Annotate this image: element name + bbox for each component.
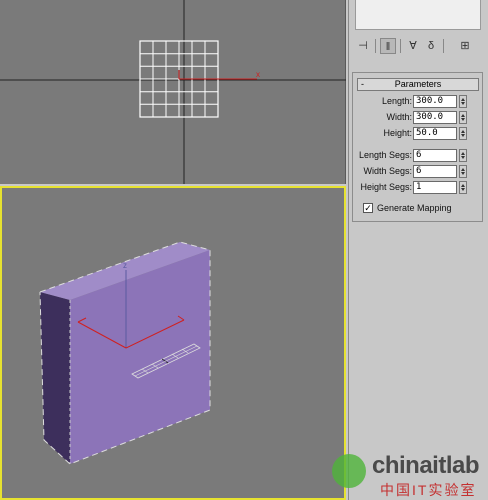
top-viewport[interactable]: x — [0, 0, 346, 184]
length-label: Length: — [381, 96, 412, 106]
top-gizmo-x-label: x — [256, 70, 260, 79]
height-segs-label: Height Segs: — [360, 182, 412, 192]
watermark-text: chinaitlab — [372, 452, 480, 479]
width-label: Width: — [386, 112, 412, 122]
length-spinner[interactable] — [459, 95, 467, 108]
height-row: Height: 50.0 — [353, 127, 484, 141]
length-segs-field[interactable]: 6 — [413, 149, 457, 162]
object-name-box[interactable] — [355, 0, 481, 30]
width-segs-field[interactable]: 6 — [413, 165, 457, 178]
toolbar-separator — [443, 39, 444, 53]
watermark-logo: chinaitlab 中国IT实验室 — [328, 448, 488, 500]
watermark-circle-icon — [332, 454, 366, 488]
funnel-icon[interactable]: ∀ — [405, 38, 421, 54]
perspective-viewport[interactable]: z — [0, 186, 346, 500]
box-object[interactable] — [39, 241, 211, 465]
height-label: Height: — [383, 128, 412, 138]
configure-icon[interactable]: ⊞ — [457, 38, 473, 54]
parameters-rollout: - Parameters Length: 300.0 Width: 300.0 … — [352, 72, 483, 222]
height-spinner[interactable] — [459, 127, 467, 140]
height-segs-spinner[interactable] — [459, 181, 467, 194]
length-segs-row: Length Segs: 6 — [353, 149, 484, 163]
persp-gizmo-z-label: z — [123, 261, 127, 270]
width-segs-spinner[interactable] — [459, 165, 467, 178]
pin-icon[interactable]: ⊣ — [355, 38, 371, 54]
modifier-toolbar: ⊣ ‖ ∀ δ ⊞ — [353, 38, 485, 56]
width-segs-label: Width Segs: — [363, 166, 412, 176]
parameters-rollout-header[interactable]: - Parameters — [357, 78, 479, 91]
height-segs-row: Height Segs: 1 — [353, 181, 484, 195]
height-field[interactable]: 50.0 — [413, 127, 457, 140]
parameters-title: Parameters — [394, 79, 442, 89]
generate-mapping-checkbox[interactable]: ✓ — [363, 203, 373, 213]
command-panel: ⊣ ‖ ∀ δ ⊞ - Parameters Length: 300.0 Wid… — [348, 0, 488, 500]
width-segs-row: Width Segs: 6 — [353, 165, 484, 179]
watermark-subtext: 中国IT实验室 — [380, 482, 477, 498]
width-row: Width: 300.0 — [353, 111, 484, 125]
length-segs-spinner[interactable] — [459, 149, 467, 162]
unique-icon[interactable]: δ — [423, 38, 439, 54]
top-viewport-canvas: x — [0, 0, 346, 184]
length-row: Length: 300.0 — [353, 95, 484, 109]
modifier-stack-icon[interactable]: ‖ — [380, 38, 396, 54]
length-field[interactable]: 300.0 — [413, 95, 457, 108]
box-side-face — [40, 292, 70, 464]
width-spinner[interactable] — [459, 111, 467, 124]
toolbar-separator — [400, 39, 401, 53]
generate-mapping-label: Generate Mapping — [377, 203, 452, 213]
length-segs-label: Length Segs: — [358, 150, 412, 160]
perspective-viewport-canvas: z — [39, 241, 211, 465]
toolbar-separator — [375, 39, 376, 53]
height-segs-field[interactable]: 1 — [413, 181, 457, 194]
width-field[interactable]: 300.0 — [413, 111, 457, 124]
